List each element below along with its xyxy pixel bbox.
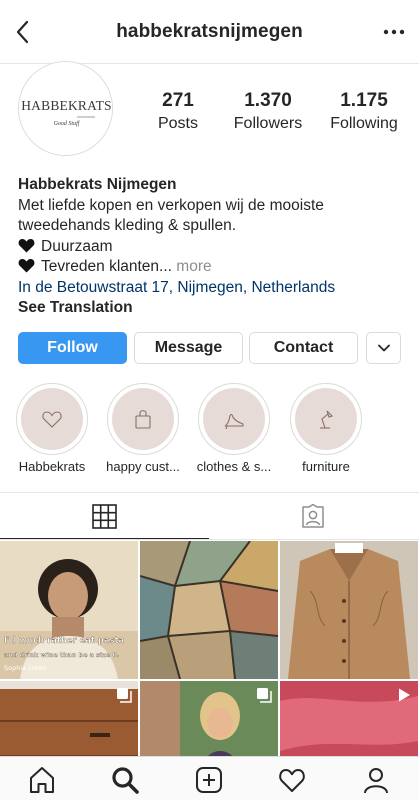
- highlight-label: clothes & s...: [196, 459, 272, 474]
- following-label: Following: [330, 115, 398, 132]
- post-caption-text: I'd much rather eat pasta: [4, 635, 124, 645]
- bio-line: Tevreden klanten... more: [18, 257, 408, 278]
- tagged-user-icon: [302, 504, 324, 528]
- top-bar: habbekratsnijmegen: [0, 0, 419, 64]
- bio-text: Tevreden klanten...: [41, 258, 172, 275]
- heart-outline-icon: [42, 411, 62, 428]
- posts-label: Posts: [157, 115, 198, 132]
- profile-icon[interactable]: [361, 765, 391, 795]
- stat-followers[interactable]: 1.370 Followers: [225, 90, 311, 133]
- contact-button[interactable]: Contact: [249, 332, 358, 364]
- suggested-accounts-button[interactable]: [366, 332, 401, 364]
- grid-icon: [92, 504, 117, 529]
- post-thumbnail[interactable]: I'd much rather eat pasta and drink wine…: [0, 541, 138, 679]
- post-thumbnail[interactable]: [280, 541, 418, 679]
- stat-following[interactable]: 1.175 Following: [318, 90, 410, 133]
- bio-more-link[interactable]: more: [172, 258, 211, 275]
- black-heart-icon: [18, 259, 35, 273]
- highlight-label: Habbekrats: [18, 459, 86, 474]
- bio-location-link[interactable]: In de Betouwstraat 17, Nijmegen, Netherl…: [18, 278, 408, 299]
- new-post-icon[interactable]: [194, 765, 224, 795]
- bio-line: Duurzaam: [18, 237, 408, 258]
- avatar-logo-subtext: Good Stuff: [54, 120, 81, 127]
- bottom-navigation: [0, 756, 419, 800]
- highlight-label: happy cust...: [106, 459, 180, 474]
- posts-count: 271: [162, 90, 194, 111]
- tab-grid[interactable]: [0, 493, 209, 539]
- avatar-logo-text: HABBEKRATS: [21, 98, 112, 113]
- post-caption-text: and drink wine than be a size 0.: [4, 651, 119, 659]
- more-options-icon[interactable]: [383, 22, 405, 42]
- highlight-furniture[interactable]: furniture: [287, 383, 365, 474]
- profile-display-name: Habbekrats Nijmegen: [18, 176, 177, 193]
- followers-label: Followers: [233, 115, 303, 132]
- desk-lamp-icon: [320, 410, 334, 429]
- highlight-happy-customers[interactable]: happy cust...: [104, 383, 182, 474]
- multiple-photos-icon: [257, 688, 272, 703]
- follow-button[interactable]: Follow: [18, 332, 127, 364]
- high-heel-icon: [224, 413, 244, 430]
- post-thumbnail[interactable]: [140, 541, 278, 679]
- post-caption-text: Sophia Loren: [4, 664, 46, 672]
- black-heart-icon: [18, 238, 35, 252]
- profile-avatar[interactable]: HABBEKRATS Good Stuff: [18, 61, 113, 156]
- bio-line: Met liefde kopen en verkopen wij de mooi…: [18, 196, 324, 214]
- multiple-photos-icon: [117, 688, 132, 703]
- followers-count: 1.370: [244, 90, 292, 111]
- profile-bio: Habbekrats Nijmegen Met liefde kopen en …: [18, 175, 408, 319]
- home-icon[interactable]: [27, 765, 57, 795]
- video-icon: [399, 688, 410, 702]
- highlight-habbekrats[interactable]: Habbekrats: [13, 383, 91, 474]
- see-translation-link[interactable]: See Translation: [18, 298, 408, 319]
- tab-tagged[interactable]: [210, 493, 419, 539]
- message-button[interactable]: Message: [134, 332, 243, 364]
- highlight-clothes[interactable]: clothes & s...: [195, 383, 273, 474]
- shopping-bag-icon: [135, 410, 151, 429]
- activity-heart-icon[interactable]: [277, 765, 307, 795]
- highlight-label: furniture: [302, 459, 350, 474]
- following-count: 1.175: [340, 90, 388, 111]
- bio-text: Duurzaam: [41, 237, 113, 255]
- chevron-down-icon: [378, 344, 390, 352]
- bio-line: tweedehands kleding & spullen.: [18, 217, 237, 234]
- stat-posts: 271 Posts: [148, 90, 208, 133]
- profile-username: habbekratsnijmegen: [116, 21, 303, 42]
- search-icon[interactable]: [110, 765, 140, 795]
- profile-tabs: [0, 492, 419, 540]
